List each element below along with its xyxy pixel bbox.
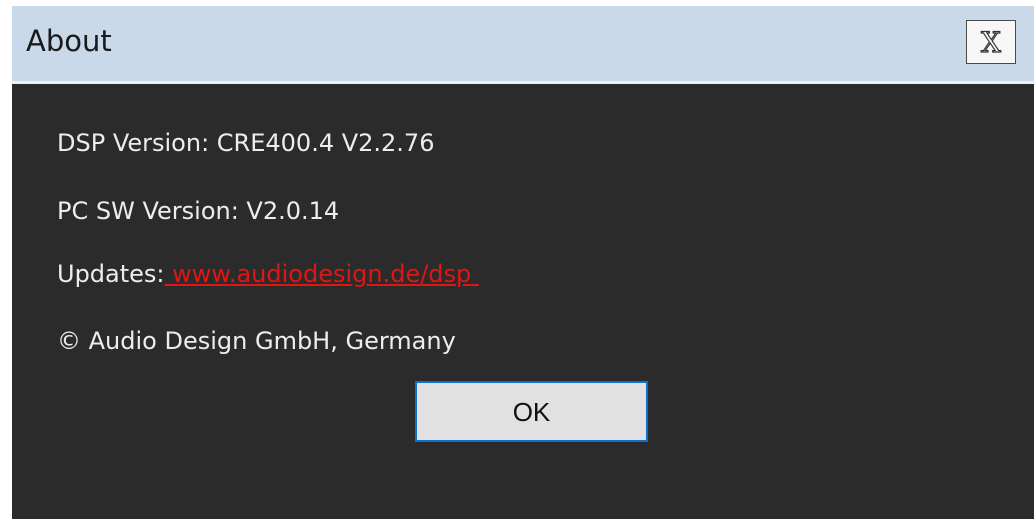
- close-icon: X: [980, 25, 1001, 59]
- ok-button[interactable]: OK: [415, 381, 648, 442]
- updates-label: Updates:: [57, 260, 165, 288]
- close-button[interactable]: X: [966, 20, 1016, 64]
- pc-sw-version-text: PC SW Version: V2.0.14: [57, 197, 340, 225]
- about-dialog: About X DSP Version: CRE400.4 V2.2.76 PC…: [12, 6, 1034, 519]
- updates-row: Updates: www.audiodesign.de/dsp: [57, 260, 479, 288]
- dialog-title: About: [26, 24, 112, 58]
- title-bar: About X: [12, 6, 1034, 84]
- updates-link[interactable]: www.audiodesign.de/dsp: [165, 260, 479, 288]
- dsp-version-text: DSP Version: CRE400.4 V2.2.76: [57, 129, 435, 157]
- ok-button-label: OK: [512, 397, 551, 427]
- dialog-content: DSP Version: CRE400.4 V2.2.76 PC SW Vers…: [12, 87, 1034, 519]
- copyright-text: © Audio Design GmbH, Germany: [57, 327, 456, 355]
